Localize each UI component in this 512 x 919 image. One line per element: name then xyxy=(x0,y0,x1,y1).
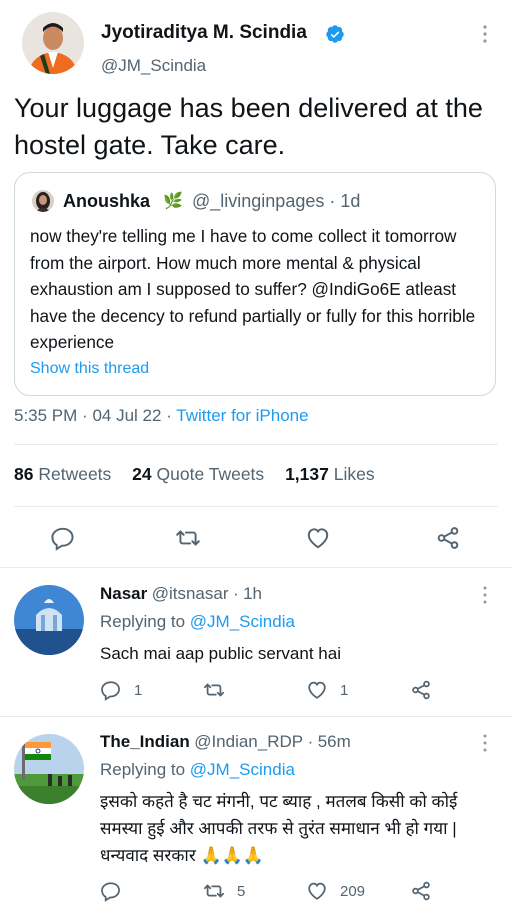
divider xyxy=(0,716,512,717)
retweets-count[interactable]: 86 xyxy=(14,464,33,484)
tweet-stats: 86 Retweets 24 Quote Tweets 1,137 Likes xyxy=(14,464,391,485)
replying-to-handle[interactable]: @JM_Scindia xyxy=(190,612,295,631)
like-count: 209 xyxy=(340,883,366,900)
divider xyxy=(14,506,498,507)
tweet-text: Your luggage has been delivered at the h… xyxy=(14,93,483,160)
author-avatar[interactable] xyxy=(22,12,84,74)
verified-badge-icon xyxy=(325,24,345,44)
likes-label[interactable]: Likes xyxy=(334,464,375,484)
tweet-time[interactable]: 5:35 PM xyxy=(14,406,77,425)
reply-avatar[interactable] xyxy=(14,734,84,804)
replying-to-line: Replying to @JM_Scindia xyxy=(100,612,295,632)
like-icon[interactable] xyxy=(306,880,328,902)
reply-icon[interactable] xyxy=(50,525,76,551)
author-name[interactable]: Jyotiraditya M. Scindia xyxy=(101,22,307,44)
quoted-author-emoji: 🌿 xyxy=(163,193,183,210)
reply-icon[interactable] xyxy=(100,679,122,701)
retweet-count: 5 xyxy=(237,883,246,900)
show-thread-link[interactable]: Show this thread xyxy=(30,360,149,378)
share-icon[interactable] xyxy=(435,525,461,551)
like-count: 1 xyxy=(340,682,349,699)
quoted-author-meta: @_livinginpages · 1d xyxy=(192,191,360,212)
replying-to-handle[interactable]: @JM_Scindia xyxy=(190,760,295,779)
replying-to-line: Replying to @JM_Scindia xyxy=(100,760,295,780)
tweet-source[interactable]: Twitter for iPhone xyxy=(176,406,308,425)
retweets-label[interactable]: Retweets xyxy=(38,464,111,484)
like-icon[interactable] xyxy=(305,525,331,551)
reply-age[interactable]: 1h xyxy=(243,584,262,603)
more-icon[interactable] xyxy=(475,22,495,46)
more-icon[interactable] xyxy=(475,584,495,606)
reply-age[interactable]: 56m xyxy=(318,732,351,751)
quoted-author-avatar xyxy=(32,190,54,212)
reply-author-name[interactable]: The_Indian xyxy=(100,732,190,751)
replying-to-prefix: Replying to xyxy=(100,612,186,631)
author-handle[interactable]: @JM_Scindia xyxy=(101,56,206,76)
reply-author-name[interactable]: Nasar xyxy=(100,584,147,603)
quoted-author-handle: @_livinginpages xyxy=(192,191,325,211)
reply-text: इसको कहते है चट मंगनी, पट ब्याह , मतलब क… xyxy=(100,792,458,865)
separator-dot: · xyxy=(329,191,336,211)
retweet-icon[interactable] xyxy=(203,679,225,701)
divider xyxy=(14,444,498,445)
quotes-count[interactable]: 24 xyxy=(132,464,151,484)
divider xyxy=(0,567,512,568)
likes-count[interactable]: 1,137 xyxy=(285,464,329,484)
quoted-tweet-age: 1d xyxy=(340,191,361,211)
quotes-label[interactable]: Quote Tweets xyxy=(157,464,265,484)
quoted-author-name: Anoushka xyxy=(63,191,151,211)
reply-avatar[interactable] xyxy=(14,585,84,655)
replying-to-prefix: Replying to xyxy=(100,760,186,779)
tweet-meta: 5:35 PM · 04 Jul 22 · Twitter for iPhone xyxy=(14,406,309,426)
like-icon[interactable] xyxy=(306,679,328,701)
reply-count: 1 xyxy=(134,682,143,699)
reply-header: The_Indian @Indian_RDP · 56m xyxy=(100,732,351,752)
reply-author-handle[interactable]: @Indian_RDP xyxy=(194,732,303,751)
reply-author-handle[interactable]: @itsnasar xyxy=(152,584,229,603)
tweet-date[interactable]: 04 Jul 22 xyxy=(92,406,161,425)
share-icon[interactable] xyxy=(410,880,432,902)
retweet-icon[interactable] xyxy=(203,880,225,902)
reply-header: Nasar @itsnasar · 1h xyxy=(100,584,262,604)
separator-dot: · xyxy=(82,406,88,425)
separator-dot: · xyxy=(307,732,314,751)
retweet-icon[interactable] xyxy=(175,525,201,551)
share-icon[interactable] xyxy=(410,679,432,701)
separator-dot: · xyxy=(166,406,172,425)
quoted-tweet-text: now they're telling me I have to come co… xyxy=(30,226,476,352)
separator-dot: · xyxy=(232,584,239,603)
more-icon[interactable] xyxy=(475,732,495,754)
reply-icon[interactable] xyxy=(100,880,122,902)
reply-text: Sach mai aap public servant hai xyxy=(100,644,341,663)
